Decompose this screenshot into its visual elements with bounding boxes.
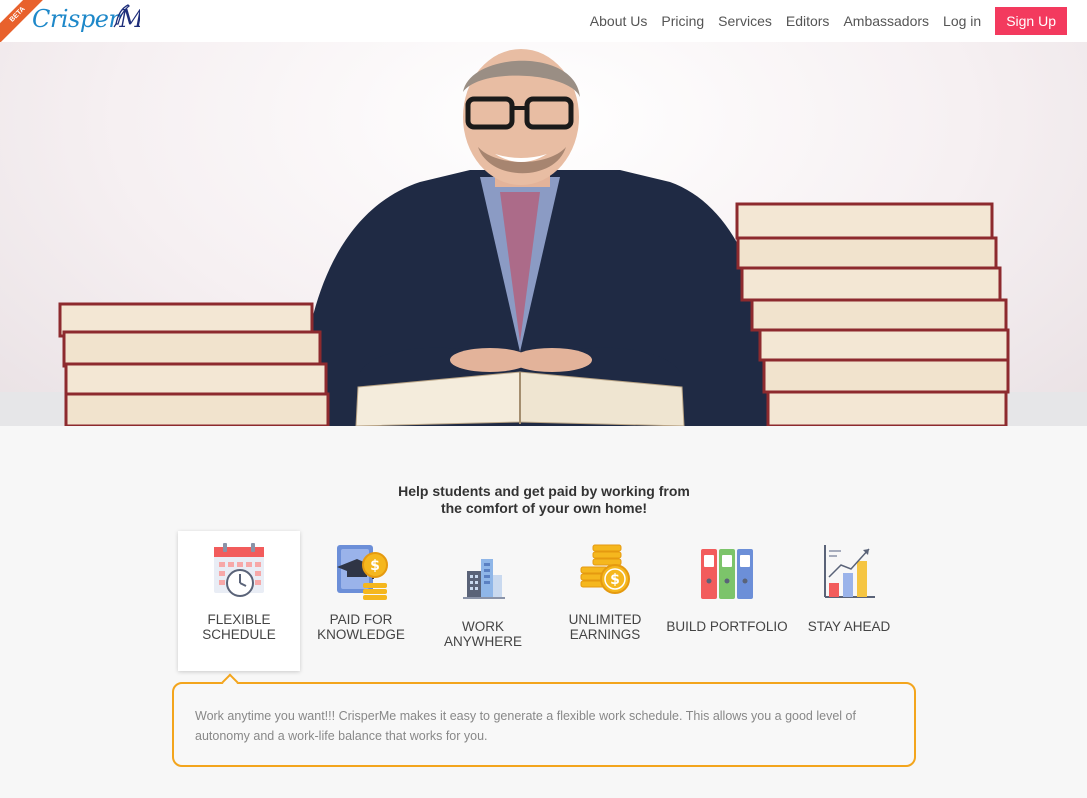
feature-label: FLEXIBLE SCHEDULE <box>202 612 276 642</box>
tagline-line-1: Help students and get paid by working fr… <box>398 483 690 499</box>
feature-description-box: Work anytime you want!!! CrisperMe makes… <box>172 682 916 767</box>
feature-label: UNLIMITED EARNINGS <box>568 612 642 642</box>
graduation-cap-coin-icon: $ <box>337 545 388 600</box>
right-book-stack <box>735 202 1010 426</box>
coin-stack-icon: $ <box>580 544 630 594</box>
nav-pricing-link[interactable]: Pricing <box>661 7 704 35</box>
feature-label: BUILD PORTFOLIO <box>666 619 788 634</box>
feature-build-portfolio[interactable]: BUILD PORTFOLIO <box>666 531 788 671</box>
hero-banner <box>0 42 1087 426</box>
binders-icon <box>701 549 753 599</box>
growth-chart-icon <box>824 545 875 598</box>
nav-editors-link[interactable]: Editors <box>786 7 830 35</box>
nav-menu: About Us Pricing Services Editors Ambass… <box>576 7 1067 35</box>
brand-logo[interactable]: BETA CrisperMe <box>0 0 140 42</box>
nav-services-link[interactable]: Services <box>718 7 772 35</box>
nav-about-us-link[interactable]: About Us <box>590 7 648 35</box>
feature-work-anywhere[interactable]: WORK ANYWHERE <box>422 531 544 671</box>
feature-description-text: Work anytime you want!!! CrisperMe makes… <box>195 709 856 743</box>
nav-login-link[interactable]: Log in <box>943 7 981 35</box>
quill-pen-icon <box>113 4 130 28</box>
city-buildings-icon <box>463 559 505 599</box>
nav-ambassadors-link[interactable]: Ambassadors <box>843 7 929 35</box>
feature-flexible-schedule[interactable]: FLEXIBLE SCHEDULE <box>178 531 300 671</box>
svg-text:$: $ <box>610 572 620 588</box>
top-navbar: BETA CrisperMe About Us Pricing Services… <box>0 0 1087 42</box>
feature-unlimited-earnings[interactable]: $ UNLIMITED EARNINGS <box>544 531 666 671</box>
feature-stay-ahead[interactable]: STAY AHEAD <box>788 531 910 671</box>
signup-button[interactable]: Sign Up <box>995 7 1067 35</box>
tagline-line-2: the comfort of your own home! <box>440 500 648 516</box>
feature-label: WORK ANYWHERE <box>443 619 522 649</box>
calendar-clock-icon <box>214 543 264 597</box>
feature-label: PAID FOR KNOWLEDGE <box>317 612 405 642</box>
feature-paid-for-knowledge[interactable]: $ PAID FOR KNOWLEDGE <box>300 531 422 671</box>
svg-text:$: $ <box>370 558 380 574</box>
hero-illustration <box>0 49 1087 426</box>
tagline: Help students and get paid by working fr… <box>340 483 748 517</box>
feature-label: STAY AHEAD <box>807 619 891 634</box>
left-book-stack <box>58 302 330 426</box>
